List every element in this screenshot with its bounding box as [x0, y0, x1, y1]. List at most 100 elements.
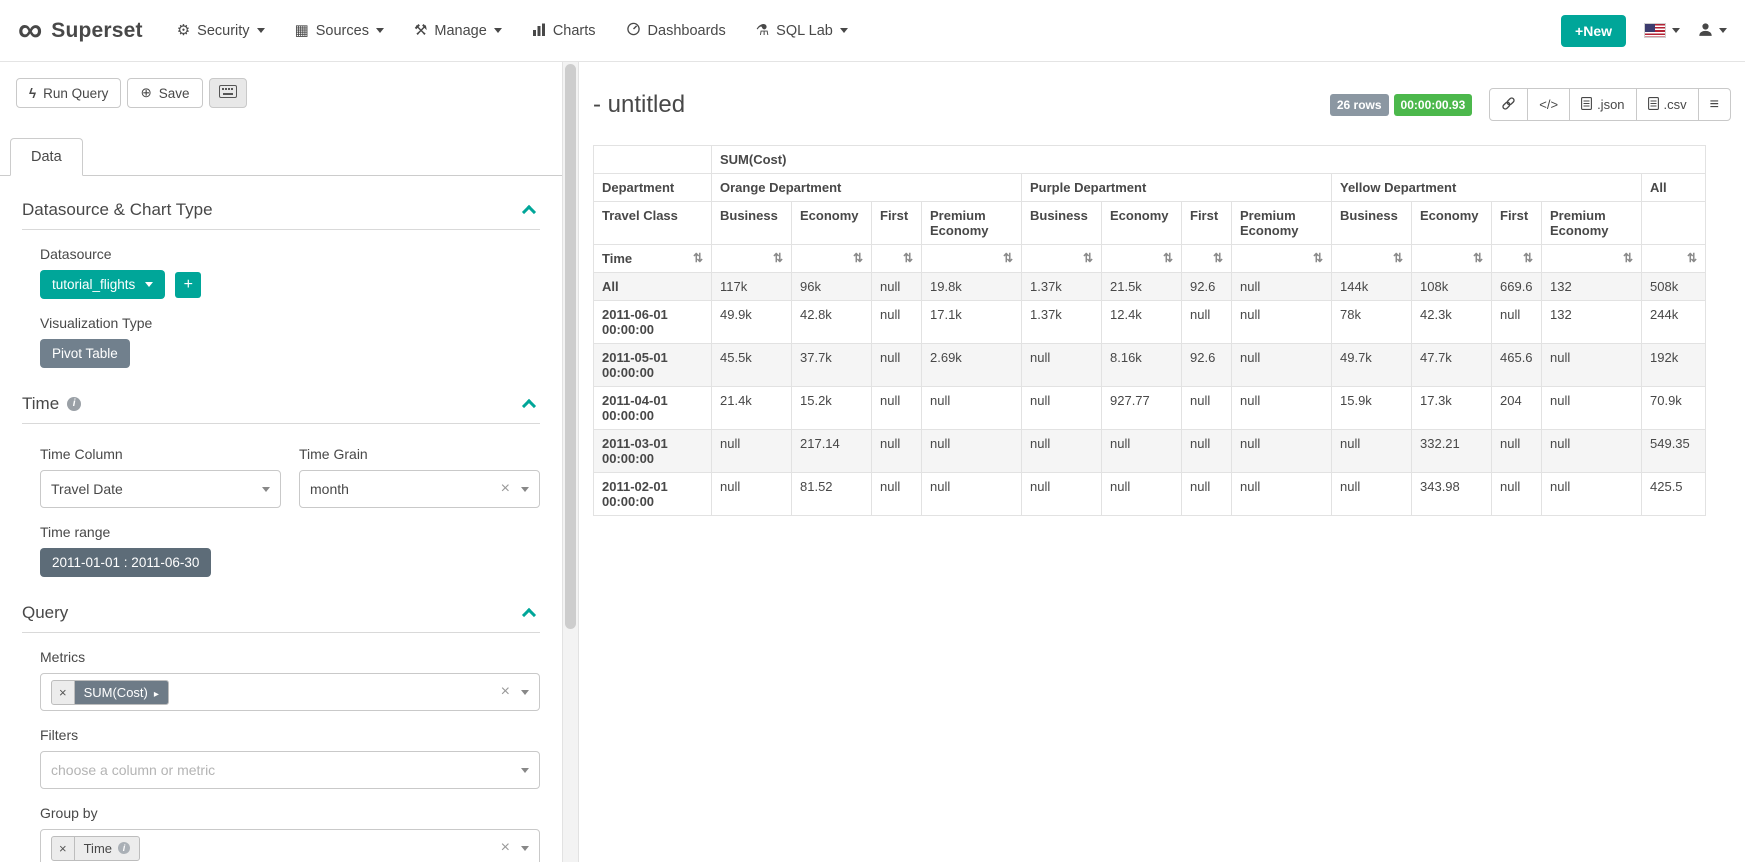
value-cell: 132 [1542, 301, 1642, 344]
view-query-button[interactable]: </> [1527, 88, 1570, 121]
export-csv-button[interactable]: .csv [1636, 88, 1699, 121]
nav-label: Manage [434, 23, 486, 39]
value-cell: null [1182, 301, 1232, 344]
value-cell: null [1492, 301, 1542, 344]
menu-button[interactable] [1698, 88, 1731, 121]
section-title: Query [22, 603, 68, 623]
column-sort-header[interactable] [1542, 245, 1642, 273]
tab-data[interactable]: Data [10, 138, 83, 176]
superset-logo[interactable]: Superset [18, 17, 143, 44]
caret-right-icon [154, 685, 159, 700]
chart-area: - untitled 26 rows 00:00:00.93 </> .json… [579, 62, 1745, 862]
column-sort-header[interactable] [1332, 245, 1412, 273]
column-sort-header[interactable] [712, 245, 792, 273]
json-label: .json [1597, 97, 1624, 112]
value-cell: 144k [1332, 273, 1412, 301]
section-title: Time [22, 394, 81, 414]
sort-icon[interactable] [1523, 251, 1533, 265]
sort-icon[interactable] [1163, 251, 1173, 265]
time-sort-header[interactable]: Time [594, 245, 712, 273]
language-selector[interactable] [1644, 23, 1680, 38]
remove-tag-icon[interactable] [52, 681, 75, 704]
time-column-select[interactable]: Travel Date [40, 470, 281, 508]
add-datasource-button[interactable]: + [175, 272, 201, 298]
time-grain-select[interactable]: month [299, 470, 540, 508]
chart-title[interactable]: - untitled [593, 91, 685, 119]
new-button[interactable]: +New [1561, 15, 1626, 47]
visualization-type-button[interactable]: Pivot Table [40, 339, 130, 368]
sort-icon[interactable] [773, 251, 783, 265]
sort-icon[interactable] [1003, 251, 1013, 265]
remove-tag-icon[interactable] [52, 837, 75, 860]
sort-icon[interactable] [1393, 251, 1403, 265]
time-grain-label: Time Grain [299, 446, 540, 462]
panel-scrollbar[interactable] [562, 62, 579, 862]
time-range-field: Time range 2011-01-01 : 2011-06-30 [40, 524, 540, 577]
filters-select[interactable]: choose a column or metric [40, 751, 540, 789]
sort-icon[interactable] [1313, 251, 1323, 265]
column-sort-header[interactable] [1492, 245, 1542, 273]
nav-item-sources[interactable]: Sources [295, 23, 384, 39]
plus-circle-icon [140, 85, 151, 101]
section-datasource-header[interactable]: Datasource & Chart Type [22, 200, 540, 230]
chevron-down-icon [376, 28, 384, 33]
table-row: 2011-05-01 00:00:0045.5k37.7knull2.69knu… [594, 344, 1706, 387]
value-cell: 549.35 [1642, 430, 1706, 473]
sort-icon[interactable] [1473, 251, 1483, 265]
table-row: All117k96knull19.8k1.37k21.5k92.6null144… [594, 273, 1706, 301]
sort-icon[interactable] [1213, 251, 1223, 265]
sort-icon[interactable] [1083, 251, 1093, 265]
export-json-button[interactable]: .json [1569, 88, 1636, 121]
user-menu[interactable] [1698, 22, 1727, 40]
column-sort-header[interactable] [1642, 245, 1706, 273]
metrics-select[interactable]: SUM(Cost) [40, 673, 540, 711]
keyboard-icon [219, 85, 237, 101]
travel-class-header-cell [1642, 202, 1706, 245]
keyboard-shortcuts-button[interactable] [209, 78, 247, 108]
sort-icon[interactable] [1623, 251, 1633, 265]
save-button[interactable]: Save [127, 78, 202, 108]
clear-icon[interactable] [501, 840, 510, 856]
group-by-select[interactable]: Time [40, 829, 540, 862]
sort-icon[interactable] [693, 251, 703, 265]
short-link-button[interactable] [1489, 88, 1528, 121]
time-range-button[interactable]: 2011-01-01 : 2011-06-30 [40, 548, 211, 577]
nav-item-sql-lab[interactable]: SQL Lab [756, 23, 848, 39]
column-sort-header[interactable] [1412, 245, 1492, 273]
column-sort-header[interactable] [872, 245, 922, 273]
column-sort-header[interactable] [792, 245, 872, 273]
value-cell: null [1232, 344, 1332, 387]
nav-item-dashboards[interactable]: Dashboards [626, 22, 726, 39]
value-cell: null [1542, 473, 1642, 516]
scrollbar-thumb[interactable] [565, 64, 576, 629]
clear-icon[interactable] [501, 684, 510, 700]
sort-icon[interactable] [1687, 251, 1697, 265]
row-time-cell: All [594, 273, 712, 301]
value-cell: 81.52 [792, 473, 872, 516]
nav-item-manage[interactable]: Manage [414, 23, 502, 39]
sort-icon[interactable] [853, 251, 863, 265]
chevron-up-icon [522, 399, 536, 413]
column-sort-header[interactable] [1022, 245, 1102, 273]
run-query-button[interactable]: Run Query [16, 78, 121, 108]
time-grain-value: month [310, 481, 349, 497]
travel-class-header-cell: Premium Economy [922, 202, 1022, 245]
metric-tag-label[interactable]: SUM(Cost) [84, 685, 148, 700]
section-time-header[interactable]: Time [22, 394, 540, 424]
nav-item-charts[interactable]: Charts [532, 23, 596, 39]
column-sort-header[interactable] [1232, 245, 1332, 273]
column-sort-header[interactable] [1182, 245, 1232, 273]
column-sort-header[interactable] [1102, 245, 1182, 273]
clear-icon[interactable] [501, 481, 510, 497]
filters-field: Filters choose a column or metric [40, 727, 540, 789]
datasource-select-button[interactable]: tutorial_flights [40, 270, 165, 299]
travel-class-header-cell: Business [1332, 202, 1412, 245]
brand-name: Superset [51, 19, 142, 43]
chevron-down-icon [521, 846, 529, 851]
column-sort-header[interactable] [922, 245, 1022, 273]
section-query-header[interactable]: Query [22, 603, 540, 633]
table-grid-icon [295, 23, 309, 38]
value-cell: null [922, 387, 1022, 430]
nav-item-security[interactable]: Security [177, 23, 265, 39]
sort-icon[interactable] [903, 251, 913, 265]
